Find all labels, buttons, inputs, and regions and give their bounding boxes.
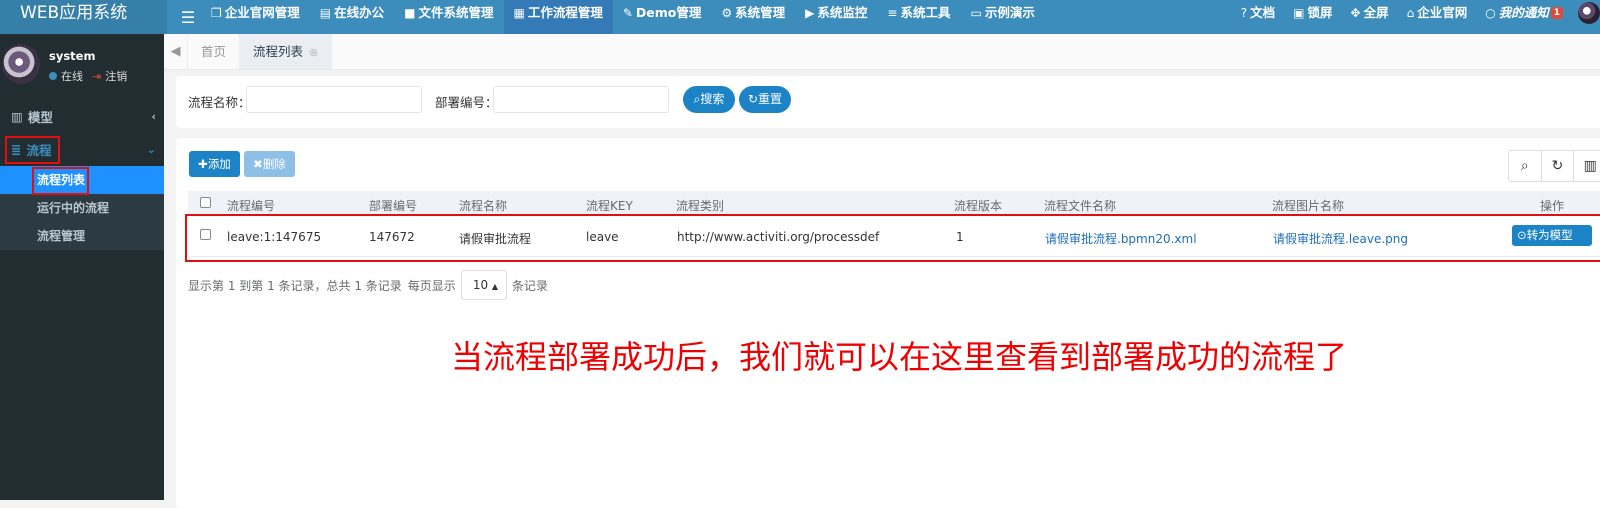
pagination-summary: 显示第 1 到第 1 条记录，总共 1 条记录 xyxy=(188,278,402,293)
pagination: 显示第 1 到第 1 条记录，总共 1 条记录 每页显示 10 ▲ 条记录 xyxy=(188,270,548,300)
remove-icon: ✖ xyxy=(253,157,263,171)
annotation-text: 当流程部署成功后，我们就可以在这里查看到部署成功的流程了 xyxy=(451,338,1348,376)
reset-button[interactable]: ↻重置 xyxy=(739,86,791,113)
table-tools: ⌕ ↻ ▥ xyxy=(1508,150,1600,182)
nav-item-system[interactable]: ⚙ 系统管理 xyxy=(711,0,795,34)
col-file-name[interactable]: 流程文件名称 xyxy=(1044,197,1116,214)
col-process-id[interactable]: 流程编号 xyxy=(227,197,275,214)
col-image-name[interactable]: 流程图片名称 xyxy=(1272,197,1344,214)
expand-icon: ✥ xyxy=(1350,6,1361,20)
columns-icon[interactable]: ▥ xyxy=(1574,151,1600,181)
bars-icon: ≡ xyxy=(887,6,898,20)
user-name: system xyxy=(49,49,96,63)
caret-up-icon: ▲ xyxy=(491,282,499,291)
home-icon: ⌂ xyxy=(1406,6,1415,20)
sidebar-item-model[interactable]: ▥ 模型 ‹ xyxy=(0,100,164,133)
copy-icon: ❐ xyxy=(211,6,222,20)
app-title[interactable]: WEB应用系统 xyxy=(0,0,167,34)
tab-process-list[interactable]: 流程列表 ⊗ xyxy=(240,34,333,69)
logout-link[interactable]: 注销 xyxy=(105,68,127,84)
nav-item-monitor[interactable]: ▶ 系统监控 xyxy=(795,0,877,34)
nav-item-examples[interactable]: ▭ 示例演示 xyxy=(961,0,1045,34)
page-size-select[interactable]: 10 ▲ xyxy=(460,270,507,300)
top-navbar: WEB应用系统 ☰ ❐ 企业官网管理 ▤ 在线办公 ■ 文件系统管理 ▦ 工作流程管理 … xyxy=(0,0,1600,34)
nav-company-site[interactable]: ⌂ 企业官网 xyxy=(1398,0,1477,34)
user-panel: system 在线 ⇥ 注销 xyxy=(0,34,164,96)
refresh-icon: ↻ xyxy=(747,92,759,106)
tab-home[interactable]: 首页 xyxy=(188,34,241,69)
map-icon: ▥ xyxy=(11,109,23,124)
tab-bar: ◀ 首页 流程列表 ⊗ xyxy=(164,34,1600,70)
col-process-version[interactable]: 流程版本 xyxy=(954,197,1002,214)
nav-item-tools[interactable]: ≡ 系统工具 xyxy=(877,0,960,34)
online-dot-icon xyxy=(49,72,57,80)
nav-lock-screen[interactable]: ▣ 锁屏 xyxy=(1284,0,1341,34)
nav-item-workflow[interactable]: ▦ 工作流程管理 xyxy=(503,0,613,34)
top-nav-menu: ❐ 企业官网管理 ▤ 在线办公 ■ 文件系统管理 ▦ 工作流程管理 ✎ Demo管理 ⚙ 系… xyxy=(201,0,1045,34)
nav-item-online-office[interactable]: ▤ 在线办公 xyxy=(310,0,394,34)
col-process-category[interactable]: 流程类别 xyxy=(676,197,724,214)
folder-icon: ■ xyxy=(404,6,416,20)
search-panel: 流程名称： 部署编号： ⌕搜索 ↻重置 xyxy=(176,76,1600,128)
nav-notifications[interactable]: ○ 我的通知 1 xyxy=(1476,0,1572,34)
desktop-icon: ▭ xyxy=(970,6,982,20)
nav-fullscreen[interactable]: ✥ 全屏 xyxy=(1342,0,1398,34)
question-icon: ? xyxy=(1240,6,1248,20)
nav-item-company-site[interactable]: ❐ 企业官网管理 xyxy=(201,0,310,34)
per-page-suffix: 条记录 xyxy=(511,278,548,293)
tab-scroll-left-icon[interactable]: ◀ xyxy=(164,34,188,69)
col-deploy-id[interactable]: 部署编号 xyxy=(369,197,417,214)
add-button[interactable]: ✚添加 xyxy=(189,151,240,177)
highlight-process-list xyxy=(32,167,89,195)
comment-icon: ○ xyxy=(1485,6,1496,20)
process-name-label: 流程名称： xyxy=(188,95,251,110)
online-label: 在线 xyxy=(61,70,83,83)
id-card-icon: ▤ xyxy=(319,6,332,20)
user-status: 在线 ⇥ 注销 xyxy=(49,68,127,84)
notification-badge: 1 xyxy=(1550,7,1563,19)
table-panel: ✚添加 ✖删除 ⌕ ↻ ▥ 流程编号 部署编号 流程名称 流程KEY 流程类别 … xyxy=(176,138,1600,508)
col-actions: 操作 xyxy=(1540,199,1565,213)
gear-icon: ⚙ xyxy=(721,6,733,20)
user-avatar-top[interactable] xyxy=(1578,2,1600,24)
nav-item-file-system[interactable]: ■ 文件系统管理 xyxy=(394,0,503,34)
hamburger-icon[interactable]: ☰ xyxy=(175,8,201,27)
list-icon: ▦ xyxy=(513,6,525,20)
chevron-down-icon: ⌄ xyxy=(146,143,156,156)
highlight-table-row xyxy=(185,214,1600,262)
video-icon: ▶ xyxy=(805,6,815,20)
sidebar-item-running-process[interactable]: 运行中的流程 xyxy=(0,194,164,222)
select-all-checkbox[interactable] xyxy=(200,197,211,208)
per-page-label: 每页显示 xyxy=(407,278,456,293)
search-toggle-icon[interactable]: ⌕ xyxy=(1509,151,1542,181)
deploy-id-input[interactable] xyxy=(493,86,669,113)
col-process-name[interactable]: 流程名称 xyxy=(459,197,507,214)
nav-item-demo[interactable]: ✎ Demo管理 xyxy=(613,0,712,34)
top-nav-right: ? 文档 ▣ 锁屏 ✥ 全屏 ⌂ 企业官网 ○ 我的通知 1 xyxy=(1232,0,1600,34)
sidebar: system 在线 ⇥ 注销 ▥ 模型 ‹ ≣ 流程 ⌄ 流程列表 运行中的流程… xyxy=(0,34,164,500)
plus-icon: ✚ xyxy=(198,157,208,171)
chevron-left-icon: ‹ xyxy=(151,110,156,123)
nav-docs[interactable]: ? 文档 xyxy=(1232,0,1284,34)
avatar xyxy=(2,44,40,84)
col-process-key[interactable]: 流程KEY xyxy=(586,197,633,214)
logout-icon[interactable]: ⇥ xyxy=(92,70,101,83)
sidebar-item-process-manage[interactable]: 流程管理 xyxy=(0,222,164,250)
edit-icon: ✎ xyxy=(622,6,633,20)
deploy-id-label: 部署编号： xyxy=(435,95,498,110)
delete-button[interactable]: ✖删除 xyxy=(244,151,295,177)
close-icon[interactable]: ⊗ xyxy=(309,46,318,59)
refresh-icon[interactable]: ↻ xyxy=(1542,151,1575,181)
highlight-process-menu xyxy=(5,136,60,164)
table-header: 流程编号 部署编号 流程名称 流程KEY 流程类别 流程版本 流程文件名称 流程… xyxy=(188,191,1600,216)
search-button[interactable]: ⌕搜索 xyxy=(683,86,735,113)
lock-icon: ▣ xyxy=(1293,6,1305,20)
process-name-input[interactable] xyxy=(246,86,422,113)
